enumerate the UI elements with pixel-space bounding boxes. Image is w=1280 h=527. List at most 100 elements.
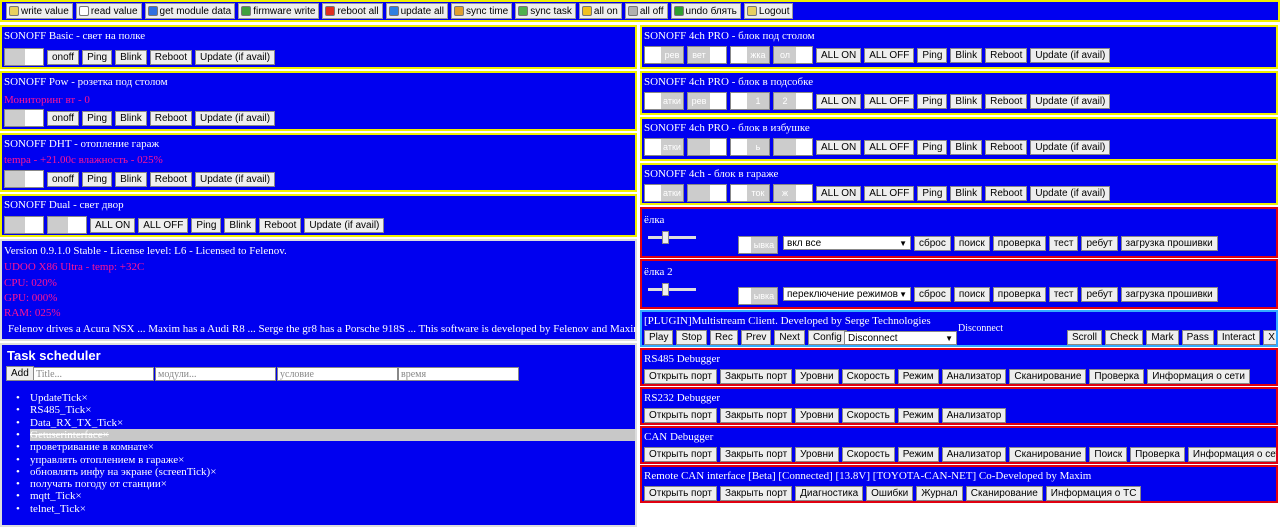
prev-button[interactable]: Prev	[740, 330, 772, 345]
channel-1-toggle[interactable]: атки	[644, 184, 684, 202]
ping-button[interactable]: Ping	[917, 139, 948, 155]
скорость-button[interactable]: Скорость	[841, 447, 895, 462]
информация-о-сети-button[interactable]: Информация о сети	[1187, 447, 1276, 462]
reboot-button[interactable]: Reboot	[149, 171, 193, 187]
sync-time-button[interactable]: sync time	[450, 3, 513, 19]
поиск-button[interactable]: Поиск	[1089, 447, 1128, 462]
play-button[interactable]: Play	[644, 330, 674, 345]
скорость-button[interactable]: Скорость	[841, 408, 895, 423]
brightness-slider[interactable]	[648, 231, 696, 244]
task-title-input[interactable]: Title...	[33, 367, 154, 381]
blink-button[interactable]: Blink	[950, 47, 983, 63]
режим-button[interactable]: Режим	[897, 408, 939, 423]
reboot-all-button[interactable]: reboot all	[322, 3, 383, 19]
get-module-data-button[interactable]: get module data	[144, 3, 236, 19]
reboot-button[interactable]: Reboot	[149, 110, 193, 126]
открыть-порт-button[interactable]: Открыть порт	[644, 369, 717, 384]
task-item[interactable]: проветривание в комнате×	[16, 441, 154, 453]
all-off-button[interactable]: ALL OFF	[138, 217, 189, 233]
task-condition-input[interactable]: условие	[277, 367, 398, 381]
channel-2-toggle[interactable]	[687, 184, 727, 202]
check-button[interactable]: Check	[1105, 330, 1144, 345]
blink-button[interactable]: Blink	[224, 217, 257, 233]
power-toggle[interactable]	[4, 48, 44, 66]
all-on-button[interactable]: ALL ON	[816, 139, 862, 155]
channel-4-toggle[interactable]: 2	[773, 92, 813, 110]
диагностика-button[interactable]: Диагностика	[795, 486, 864, 501]
информация-о-тс-button[interactable]: Информация о ТС	[1045, 486, 1142, 501]
поиск-button[interactable]: поиск	[953, 236, 990, 251]
onoff-button[interactable]: onoff	[47, 171, 80, 187]
slider-handle[interactable]	[662, 231, 669, 244]
режим-button[interactable]: Режим	[897, 447, 939, 462]
firmware-write-button[interactable]: firmware write	[238, 3, 320, 19]
ребут-button[interactable]: ребут	[1081, 287, 1118, 302]
all-on-button[interactable]: ALL ON	[90, 217, 136, 233]
task-item[interactable]: управлять отоплением в гараже×	[16, 454, 184, 466]
загрузка-прошивки-button[interactable]: загрузка прошивки	[1120, 236, 1218, 251]
onoff-button[interactable]: onoff	[47, 49, 80, 65]
reboot-button[interactable]: Reboot	[259, 217, 302, 233]
all-on-button[interactable]: ALL ON	[816, 185, 862, 201]
mark-button[interactable]: Mark	[1146, 330, 1179, 345]
проверка-button[interactable]: проверка	[992, 236, 1046, 251]
тест-button[interactable]: тест	[1048, 236, 1079, 251]
blink-button[interactable]: Blink	[115, 110, 147, 126]
сканирование-button[interactable]: Сканирование	[1009, 447, 1087, 462]
reboot-button[interactable]: Reboot	[985, 93, 1028, 109]
task-item[interactable]: RS485_Tick×	[16, 404, 92, 416]
update-if-avail-button[interactable]: Update (if avail)	[1030, 185, 1111, 201]
ping-button[interactable]: Ping	[82, 110, 113, 126]
channel-4-toggle[interactable]	[773, 138, 813, 156]
закрыть-порт-button[interactable]: Закрыть порт	[719, 447, 793, 462]
проверка-button[interactable]: Проверка	[1089, 369, 1145, 384]
закрыть-порт-button[interactable]: Закрыть порт	[719, 486, 793, 501]
сброс-button[interactable]: сброс	[914, 236, 951, 251]
проверка-button[interactable]: проверка	[992, 287, 1046, 302]
all-off-button[interactable]: ALL OFF	[864, 185, 915, 201]
reboot-button[interactable]: Reboot	[149, 49, 193, 65]
update-if-avail-button[interactable]: Update (if avail)	[1030, 93, 1111, 109]
interact-button[interactable]: Interact	[1216, 330, 1261, 345]
ping-button[interactable]: Ping	[191, 217, 222, 233]
update-if-avail-button[interactable]: Update (if avail)	[1030, 139, 1111, 155]
channel-2-toggle[interactable]	[687, 138, 727, 156]
channel-3-toggle[interactable]: 1	[730, 92, 770, 110]
update-button[interactable]: Update (if avail)	[304, 217, 385, 233]
onoff-button[interactable]: onoff	[47, 110, 80, 126]
информация-о-сети-button[interactable]: Информация о сети	[1147, 369, 1250, 384]
анализатор-button[interactable]: Анализатор	[941, 447, 1007, 462]
update-if-avail-button[interactable]: Update (if avail)	[1030, 47, 1111, 63]
task-item[interactable]: Data_RX_TX_Tick×	[16, 417, 123, 429]
скорость-button[interactable]: Скорость	[841, 369, 895, 384]
brightness-slider[interactable]	[648, 283, 696, 296]
all-on-button[interactable]: ALL ON	[816, 93, 862, 109]
stream-select[interactable]: Disconnect ▼	[844, 331, 957, 345]
task-item[interactable]: получать погоду от станции×	[16, 478, 167, 490]
all-off-button[interactable]: ALL OFF	[864, 93, 915, 109]
all-on-button[interactable]: ALL ON	[816, 47, 862, 63]
открыть-порт-button[interactable]: Открыть порт	[644, 486, 717, 501]
загрузка-прошивки-button[interactable]: загрузка прошивки	[1120, 287, 1218, 302]
channel-2-toggle[interactable]: рев	[687, 92, 727, 110]
update-button[interactable]: Update (if avail)	[195, 49, 276, 65]
task-modules-input[interactable]: модули...	[155, 367, 276, 381]
ping-button[interactable]: Ping	[917, 93, 948, 109]
mode-toggle[interactable]: ывка	[738, 236, 778, 254]
slider-handle[interactable]	[662, 283, 669, 296]
журнал-button[interactable]: Журнал	[916, 486, 963, 501]
pass-button[interactable]: Pass	[1181, 330, 1214, 345]
effect-select[interactable]: вкл все ▼	[783, 236, 911, 250]
channel-4-toggle[interactable]: ол	[773, 46, 813, 64]
channel-3-toggle[interactable]: жка	[730, 46, 770, 64]
закрыть-порт-button[interactable]: Закрыть порт	[719, 408, 793, 423]
task-item[interactable]: mqtt_Tick×	[16, 490, 82, 502]
сканирование-button[interactable]: Сканирование	[1009, 369, 1087, 384]
power-toggle[interactable]	[4, 170, 44, 188]
stop-button[interactable]: Stop	[676, 330, 708, 345]
ping-button[interactable]: Ping	[917, 47, 948, 63]
task-item[interactable]: UpdateTick×	[16, 392, 88, 404]
scroll-button[interactable]: Scroll	[1067, 330, 1103, 345]
all-off-button[interactable]: ALL OFF	[864, 47, 915, 63]
update-all-button[interactable]: update all	[385, 3, 448, 19]
